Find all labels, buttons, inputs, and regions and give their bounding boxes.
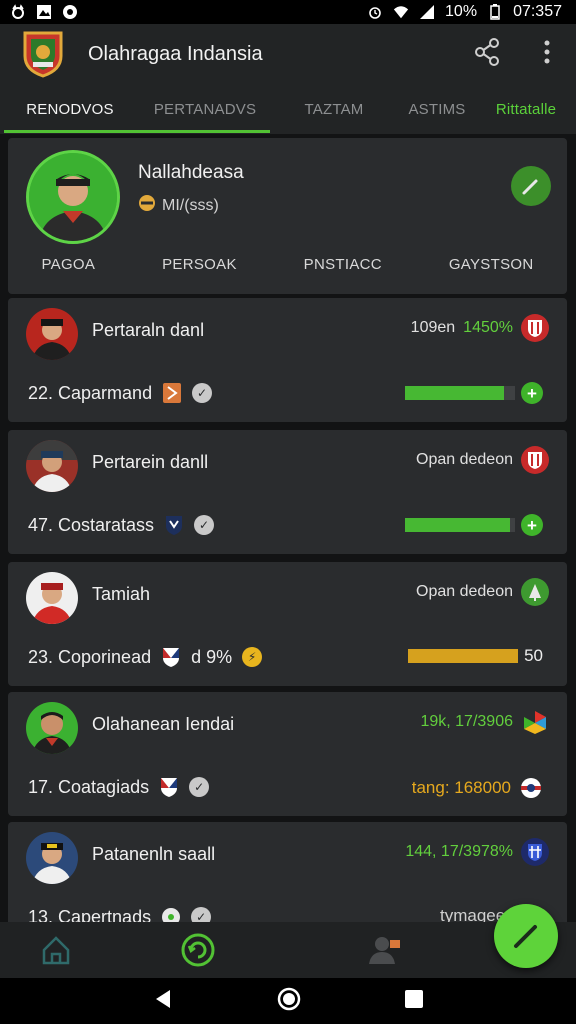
player-stat: 109en [410, 319, 456, 336]
player-rank: 22. Caparmand [28, 382, 153, 403]
verified-icon: ✓ [192, 383, 213, 403]
profile-subtitle: MI/(sss) [138, 194, 219, 217]
player-name: Tamiah [92, 584, 151, 604]
player-rank: 23. Coporinead [28, 646, 152, 667]
profile-card[interactable]: Nallahdeasa MI/(sss) PAGOA PERSOAK PNSTI… [8, 138, 567, 294]
cat-icon [10, 4, 26, 20]
player-card[interactable]: Patanenln saall 144, 17/3978% 13. Capert… [8, 822, 567, 922]
edit-profile-button[interactable] [511, 166, 551, 206]
player-avatar [26, 440, 78, 492]
progress-fill [405, 386, 504, 400]
bar-value: 50 [524, 646, 543, 665]
image-icon [36, 4, 52, 20]
tab-astims[interactable]: ASTIMS [394, 84, 480, 134]
back-icon[interactable] [152, 988, 174, 1015]
tab-rittatalle[interactable]: Rittatalle [480, 84, 572, 134]
system-navigation [0, 978, 576, 1024]
profile-name: Nallahdeasa [138, 162, 244, 183]
player-card[interactable]: Pertaraln danl 109en 1450% 22. Caparmand… [8, 298, 567, 422]
progress-fill [408, 649, 519, 663]
player-avatar [26, 572, 78, 624]
player-card[interactable]: Olahanean Iendai 19k, 17/3906 17. Coatag… [8, 692, 567, 816]
flag-badge-icon [161, 646, 181, 668]
player-percent: 144, 17/3978% [405, 843, 513, 860]
ball-icon [161, 906, 181, 922]
verified-icon: ✓ [189, 777, 210, 797]
progress-bar [408, 649, 519, 663]
progress-bar [405, 386, 515, 400]
recents-icon[interactable] [404, 989, 424, 1014]
stat-label[interactable]: PAGOA [41, 256, 95, 273]
bolt-icon: ⚡ [242, 647, 263, 667]
tab-indicator [4, 130, 270, 133]
bar-label: tang: 168000 [411, 778, 511, 797]
profile-sub-text: MI/(sss) [162, 196, 219, 214]
team-badge-icon [164, 514, 184, 536]
record-icon [62, 4, 78, 20]
edit-fab-button[interactable] [494, 904, 558, 968]
profile-nav-icon[interactable] [364, 930, 404, 970]
battery-icon [487, 4, 503, 20]
pencil-icon [522, 179, 538, 195]
player-card[interactable]: Pertarein danll Opan dedeon 47. Costarat… [8, 430, 567, 554]
stat-label[interactable]: PERSOAK [162, 256, 237, 273]
content-list[interactable]: Nallahdeasa MI/(sss) PAGOA PERSOAK PNSTI… [0, 134, 576, 922]
player-name: Olahanean Iendai [92, 714, 235, 734]
colorful-badge-icon [521, 708, 549, 736]
player-rank: 17. Coatagiads [28, 776, 150, 797]
player-card[interactable]: Tamiah Opan dedeon 23. Coporinead d 9% ⚡… [8, 562, 567, 686]
progress-fill [405, 518, 510, 532]
tab-bar: RENODVOS PERTANADVS TAZTAM ASTIMS Rittat… [0, 84, 576, 134]
app-bar: Olahragaa Indansia [0, 24, 576, 84]
player-rank: 47. Costaratass [28, 514, 155, 535]
add-button[interactable]: + [521, 514, 543, 536]
club-badge-icon [519, 776, 543, 800]
player-name: Pertarein danll [92, 452, 209, 472]
team-shield-icon [521, 446, 549, 474]
pencil-icon [514, 925, 537, 948]
app-logo [22, 30, 64, 78]
clock: 07:357 [513, 3, 562, 20]
progress-bar [405, 518, 515, 532]
player-name: Patanenln saall [92, 844, 216, 864]
coin-icon [138, 194, 156, 217]
player-percent: 1450% [463, 319, 513, 336]
alarm-icon [367, 4, 383, 20]
add-button[interactable]: + [521, 382, 543, 404]
team-shield-icon [521, 838, 549, 866]
player-avatar [26, 308, 78, 360]
player-name: Pertaraln danl [92, 320, 205, 340]
player-stat: Opan dedeon [416, 451, 513, 468]
status-bar: 10% 07:357 [0, 0, 576, 24]
signal-icon [419, 4, 435, 20]
battery-level: 10% [445, 3, 478, 20]
profile-stats: PAGOA PERSOAK PNSTIACC GAYSTSON [8, 256, 567, 273]
wifi-icon [393, 4, 409, 20]
player-extra: d 9% [191, 646, 233, 667]
tree-badge-icon [521, 578, 549, 606]
player-rank: 13. Capertnads [28, 906, 152, 923]
home-nav-icon[interactable] [36, 930, 76, 970]
tab-pertanadvs[interactable]: PERTANADVS [136, 84, 274, 134]
verified-icon: ✓ [194, 515, 215, 535]
player-stat: Opan dedeon [416, 583, 513, 600]
team-shield-icon [521, 314, 549, 342]
share-icon[interactable] [474, 37, 500, 71]
tab-renodvos[interactable]: RENODVOS [4, 84, 136, 134]
verified-icon: ✓ [191, 907, 212, 922]
profile-avatar [26, 150, 120, 244]
home-icon[interactable] [277, 987, 301, 1016]
stat-label[interactable]: GAYSTSON [449, 256, 534, 273]
bottom-navigation [0, 922, 576, 978]
player-avatar [26, 702, 78, 754]
stat-label[interactable]: PNSTIACC [304, 256, 382, 273]
app-title: Olahragaa Indansia [88, 42, 263, 65]
player-avatar [26, 832, 78, 884]
refresh-nav-icon[interactable] [178, 930, 218, 970]
team-badge-icon [162, 382, 182, 404]
player-percent: 19k, 17/3906 [420, 713, 513, 730]
flag-badge-icon [159, 776, 179, 798]
tab-taztam[interactable]: TAZTAM [274, 84, 394, 134]
more-vert-icon[interactable] [544, 40, 550, 69]
